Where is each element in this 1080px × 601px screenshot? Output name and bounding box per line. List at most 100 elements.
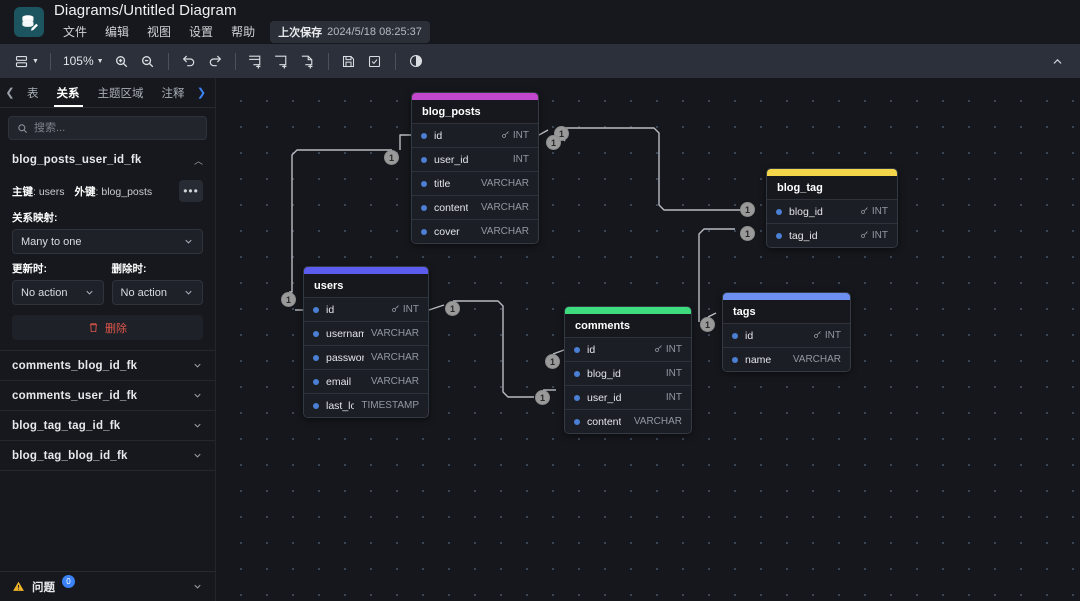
zoom-level-dropdown[interactable]: 105% ▼ xyxy=(58,48,109,74)
table-field-row[interactable]: blog_idINT xyxy=(767,199,897,223)
relationship-card: comments_user_id_fk xyxy=(0,381,215,411)
field-name: tag_id xyxy=(789,230,818,242)
chevron-left-icon[interactable]: ❮ xyxy=(2,78,18,107)
tab-tables[interactable]: 表 xyxy=(18,78,48,107)
table-node[interactable]: blog_tagblog_idINTtag_idINT xyxy=(766,168,898,248)
search-input[interactable] xyxy=(34,122,198,134)
table-field-row[interactable]: coverVARCHAR xyxy=(412,219,538,243)
field-type: VARCHAR xyxy=(481,178,529,189)
table-field-row[interactable]: idINT xyxy=(412,123,538,147)
menu-item-file[interactable]: 文件 xyxy=(54,21,96,42)
zoom-out-icon-button[interactable] xyxy=(135,48,161,74)
relationship-name: blog_tag_blog_id_fk xyxy=(12,450,128,462)
field-type: VARCHAR xyxy=(793,354,841,365)
cardinality-badge[interactable]: 1 xyxy=(535,390,550,405)
layout-rows-icon-button[interactable]: ▼ xyxy=(10,48,43,74)
table-field-row[interactable]: contentVARCHAR xyxy=(412,195,538,219)
field-dot-icon xyxy=(313,379,319,385)
field-type: INT xyxy=(513,154,529,165)
issues-label: 问题 xyxy=(32,579,55,595)
zoom-level-label: 105% xyxy=(63,54,94,68)
table-node[interactable]: usersidINTusernameVARCHARpasswordVARCHAR… xyxy=(303,266,429,418)
table-field-row[interactable]: nameVARCHAR xyxy=(723,347,850,371)
table-field-row[interactable]: last_loginTIMESTAMP xyxy=(304,393,428,417)
diagram-canvas[interactable]: blog_postsidINTuser_idINTtitleVARCHARcon… xyxy=(216,78,1080,601)
table-field-row[interactable]: titleVARCHAR xyxy=(412,171,538,195)
tab-relationships[interactable]: 关系 xyxy=(48,78,89,107)
cardinality-badge[interactable]: 1 xyxy=(740,202,755,217)
field-type: INT xyxy=(872,206,888,217)
chevron-down-icon xyxy=(84,287,95,298)
table-field-row[interactable]: user_idINT xyxy=(412,147,538,171)
table-field-row[interactable]: idINT xyxy=(304,297,428,321)
field-type-wrapper: INT xyxy=(860,230,888,241)
main-body: ❮ 表 关系 主题区域 注释 ❯ blog_po xyxy=(0,78,1080,601)
table-field-row[interactable]: emailVARCHAR xyxy=(304,369,428,393)
field-type: VARCHAR xyxy=(371,328,419,339)
relationship-header[interactable]: comments_user_id_fk xyxy=(0,381,215,410)
add-area-icon-button[interactable] xyxy=(269,48,295,74)
table-field-row[interactable]: blog_idINT xyxy=(565,361,691,385)
chevron-right-icon[interactable]: ❯ xyxy=(194,78,210,107)
table-field-row[interactable]: contentVARCHAR xyxy=(565,409,691,433)
menu-item-help[interactable]: 帮助 xyxy=(222,21,264,42)
todo-checklist-icon-button[interactable] xyxy=(362,48,388,74)
table-field-row[interactable]: idINT xyxy=(565,337,691,361)
on-update-select[interactable]: No action xyxy=(12,280,104,305)
cardinality-select[interactable]: Many to one xyxy=(12,229,203,254)
table-field-row[interactable]: passwordVARCHAR xyxy=(304,345,428,369)
table-color-bar xyxy=(767,169,897,176)
add-table-icon-button[interactable] xyxy=(243,48,269,74)
chevron-down-icon[interactable] xyxy=(192,450,203,461)
delete-relationship-button[interactable]: 删除 xyxy=(12,315,203,340)
cardinality-badge[interactable]: 1 xyxy=(384,150,399,165)
relationship-header[interactable]: blog_tag_blog_id_fk xyxy=(0,441,215,470)
field-name: user_id xyxy=(587,392,621,404)
update-delete-actions: 更新时: No action 删除时: No action xyxy=(12,254,203,305)
table-field-row[interactable]: idINT xyxy=(723,323,850,347)
menu-item-settings[interactable]: 设置 xyxy=(180,21,222,42)
theme-contrast-icon-button[interactable] xyxy=(403,48,429,74)
more-options-icon-button[interactable]: ••• xyxy=(179,180,203,202)
cardinality-badge[interactable]: 1 xyxy=(740,226,755,241)
search-box[interactable] xyxy=(8,116,207,140)
field-type-wrapper: INT xyxy=(513,154,529,165)
zoom-in-icon-button[interactable] xyxy=(109,48,135,74)
field-dot-icon xyxy=(732,333,738,339)
table-field-row[interactable]: user_idINT xyxy=(565,385,691,409)
relationship-header[interactable]: blog_posts_user_id_fk ︿ xyxy=(0,146,215,174)
cardinality-badge[interactable]: 1 xyxy=(546,135,561,150)
chevron-down-icon[interactable] xyxy=(192,581,203,592)
menu-item-view[interactable]: 视图 xyxy=(138,21,180,42)
table-node[interactable]: blog_postsidINTuser_idINTtitleVARCHARcon… xyxy=(411,92,539,244)
cardinality-badge[interactable]: 1 xyxy=(700,317,715,332)
chevron-down-icon[interactable] xyxy=(192,420,203,431)
undo-icon-button[interactable] xyxy=(176,48,202,74)
sidebar-tabbar: ❮ 表 关系 主题区域 注释 ❯ xyxy=(0,78,215,108)
table-node[interactable]: tagsidINTnameVARCHAR xyxy=(722,292,851,372)
cardinality-badge[interactable]: 1 xyxy=(281,292,296,307)
issues-bar[interactable]: 问题 0 xyxy=(0,571,215,601)
chevron-up-icon[interactable]: ︿ xyxy=(194,154,203,167)
chevron-down-icon[interactable] xyxy=(192,390,203,401)
relationship-header[interactable]: blog_tag_tag_id_fk xyxy=(0,411,215,440)
relationship-edge xyxy=(561,128,740,210)
field-dot-icon xyxy=(574,419,580,425)
save-icon-button[interactable] xyxy=(336,48,362,74)
chevron-down-icon[interactable] xyxy=(192,360,203,371)
table-field-row[interactable]: tag_id INT xyxy=(767,223,897,247)
field-type: INT xyxy=(825,330,841,341)
menu-item-edit[interactable]: 编辑 xyxy=(96,21,138,42)
add-note-icon-button[interactable] xyxy=(295,48,321,74)
relationship-header[interactable]: comments_blog_id_fk xyxy=(0,351,215,380)
table-node[interactable]: commentsidINTblog_idINTuser_idINTcontent… xyxy=(564,306,692,434)
table-field-row[interactable]: usernameVARCHAR xyxy=(304,321,428,345)
redo-icon-button[interactable] xyxy=(202,48,228,74)
cardinality-badge[interactable]: 1 xyxy=(445,301,460,316)
collapse-toolbar-button[interactable] xyxy=(1044,48,1070,74)
cardinality-badge[interactable]: 1 xyxy=(545,354,560,369)
on-delete-select[interactable]: No action xyxy=(112,280,204,305)
field-type-wrapper: VARCHAR xyxy=(371,376,419,387)
tab-notes[interactable]: 注释 xyxy=(153,78,194,107)
tab-subject-areas[interactable]: 主题区域 xyxy=(89,78,153,107)
